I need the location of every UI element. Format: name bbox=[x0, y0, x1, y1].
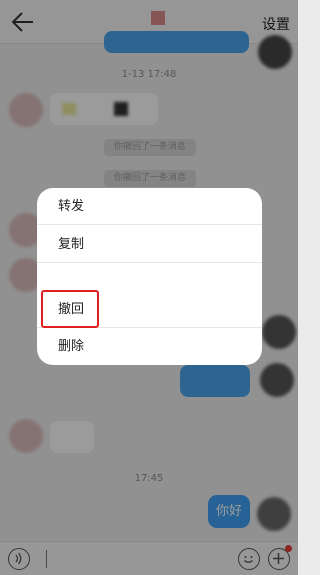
menu-item-copy[interactable]: 复制 bbox=[37, 226, 262, 263]
context-menu: 转发 复制 撤回 删除 bbox=[37, 188, 262, 365]
menu-item-delete[interactable]: 删除 bbox=[37, 328, 262, 365]
menu-item-forward[interactable]: 转发 bbox=[37, 188, 262, 225]
recall-highlight-box bbox=[41, 290, 99, 328]
